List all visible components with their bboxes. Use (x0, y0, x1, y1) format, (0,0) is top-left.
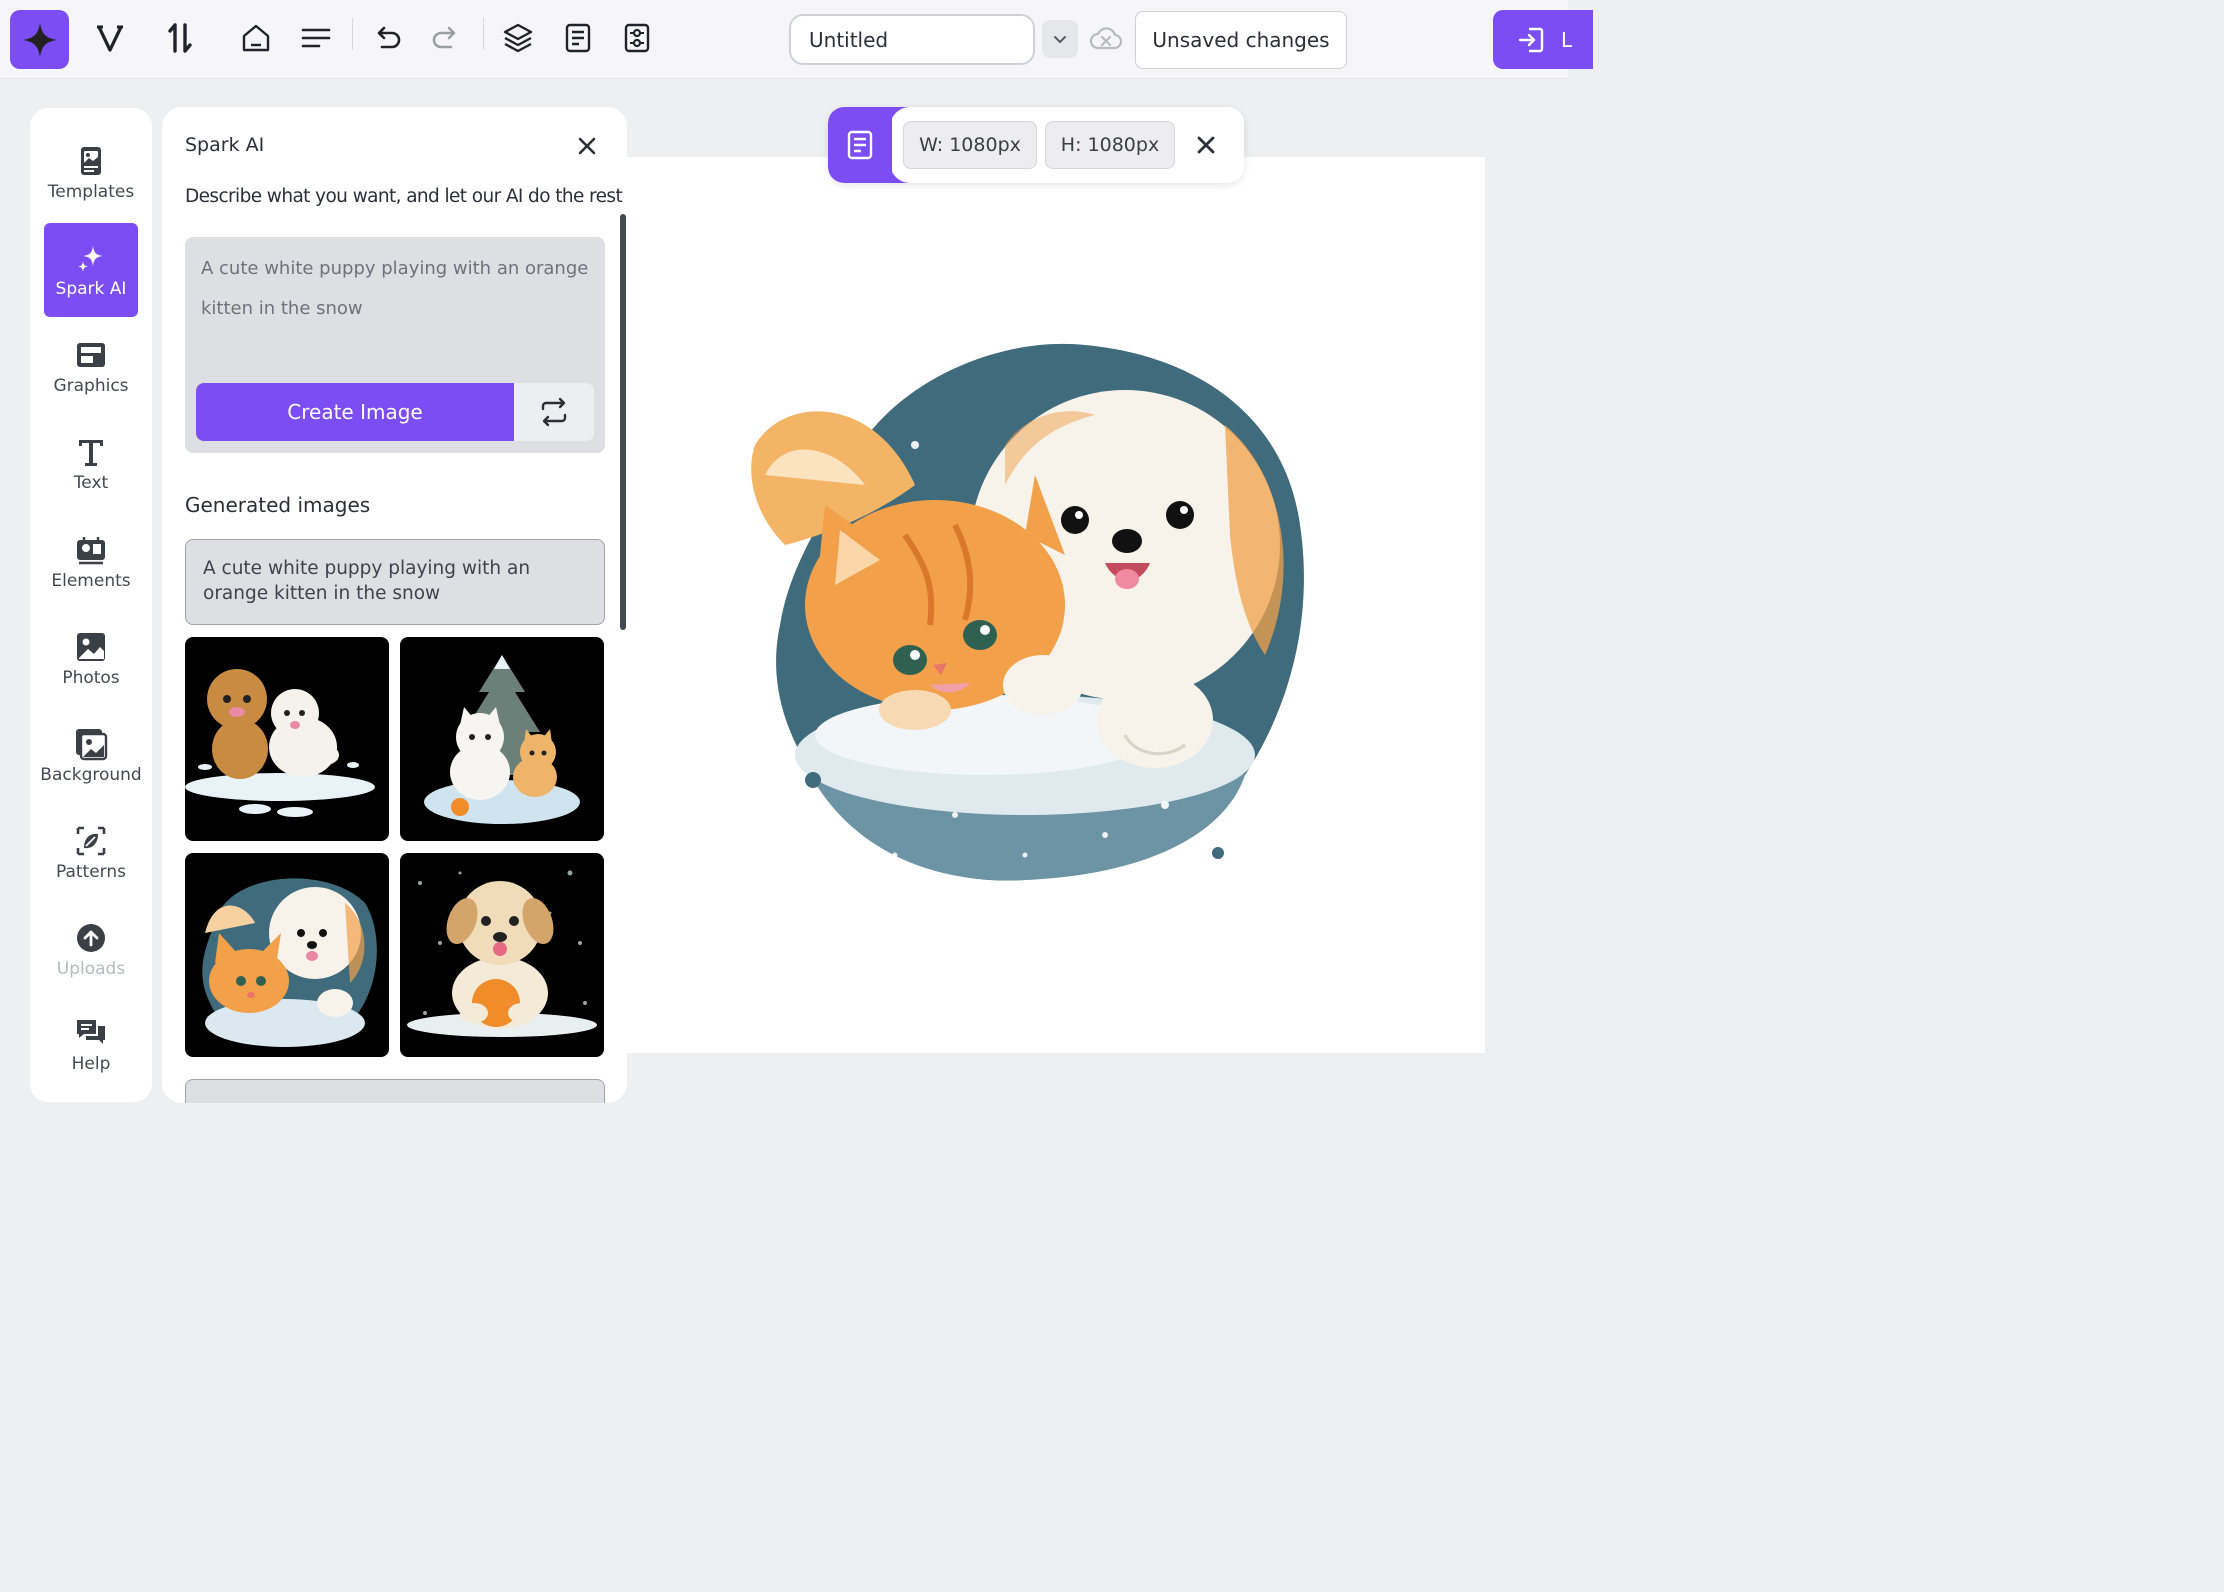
left-nav-rail: Templates Spark AI Graphics Text Element… (30, 108, 152, 1102)
rail-item-templates[interactable]: Templates (44, 126, 138, 220)
sparkle-icon (78, 246, 103, 272)
unsaved-changes-button[interactable]: Unsaved changes (1135, 11, 1347, 69)
undo-icon[interactable] (365, 16, 409, 60)
rail-item-spark-ai[interactable]: Spark AI (44, 223, 138, 317)
sort-icon[interactable] (158, 16, 202, 60)
rail-label: Spark AI (55, 279, 127, 299)
document-title-input[interactable] (789, 14, 1035, 65)
canvas-size-bar: W: 1080px H: 1080px (828, 107, 1244, 183)
rail-item-graphics[interactable]: Graphics (44, 320, 138, 414)
prompt-input[interactable]: A cute white puppy playing with an orang… (201, 249, 591, 349)
rail-item-patterns[interactable]: Patterns (44, 806, 138, 900)
rail-item-help[interactable]: Help (44, 998, 138, 1092)
graphics-icon (77, 343, 105, 367)
upload-icon (77, 924, 105, 952)
login-label: L (1561, 27, 1573, 52)
rail-item-background[interactable]: Background (40, 709, 142, 803)
close-icon[interactable] (1192, 131, 1220, 159)
generated-image-thumbnail[interactable] (400, 853, 604, 1057)
rail-label: Help (71, 1054, 111, 1074)
rail-label: Photos (62, 668, 120, 688)
toolbar-divider (352, 18, 353, 50)
elements-icon (77, 537, 105, 565)
background-icon (76, 729, 108, 761)
rail-item-elements[interactable]: Elements (44, 515, 138, 609)
panel-scrollbar[interactable] (620, 214, 626, 630)
create-image-button[interactable]: Create Image (196, 383, 514, 441)
width-field[interactable]: W: 1080px (903, 121, 1037, 169)
rail-label: Uploads (56, 959, 126, 979)
regenerate-button[interactable] (514, 383, 594, 441)
close-icon[interactable] (574, 133, 600, 159)
login-button[interactable]: L (1493, 10, 1593, 69)
rail-label: Background (40, 765, 142, 785)
top-toolbar: Unsaved changes L (0, 0, 1593, 79)
rail-item-uploads[interactable]: Uploads (44, 903, 138, 997)
panel-title: Spark AI (185, 134, 265, 156)
rail-item-text[interactable]: Text (44, 417, 138, 511)
page-icon[interactable] (828, 107, 892, 183)
spark-logo-icon[interactable] (10, 10, 69, 69)
height-field[interactable]: H: 1080px (1045, 121, 1175, 169)
settings-sheet-icon[interactable] (615, 16, 659, 60)
vectorize-icon[interactable] (88, 16, 132, 60)
rail-label: Graphics (53, 376, 129, 396)
generated-image-thumbnail[interactable] (185, 853, 389, 1057)
home-icon[interactable] (234, 16, 278, 60)
rail-label: Templates (47, 182, 135, 202)
generated-image-thumbnail[interactable] (185, 637, 389, 841)
layers-icon[interactable] (496, 16, 540, 60)
toolbar-divider (483, 18, 484, 50)
generated-images-heading: Generated images (185, 493, 371, 517)
canvas-image-puppy-kitten[interactable] (725, 335, 1345, 915)
help-icon (77, 1020, 105, 1044)
text-icon (79, 440, 103, 466)
panel-description: Describe what you want, and let our AI d… (185, 186, 623, 207)
templates-icon (81, 147, 101, 175)
document-icon[interactable] (556, 16, 600, 60)
patterns-icon (76, 826, 106, 856)
regenerate-icon (541, 397, 567, 427)
generated-prompt-card[interactable] (185, 1079, 605, 1103)
photos-icon (77, 633, 105, 661)
generated-prompt-card[interactable]: A cute white puppy playing with an orang… (185, 539, 605, 625)
login-icon (1518, 27, 1544, 52)
generated-image-thumbnail[interactable] (400, 637, 604, 841)
redo-icon[interactable] (424, 16, 468, 60)
chevron-down-icon[interactable] (1042, 20, 1078, 58)
rail-label: Patterns (55, 862, 127, 882)
cloud-off-icon (1088, 22, 1124, 58)
menu-icon[interactable] (294, 16, 338, 60)
spark-ai-panel: Spark AI Describe what you want, and let… (162, 107, 627, 1103)
rail-item-photos[interactable]: Photos (44, 612, 138, 706)
rail-label: Text (73, 473, 109, 493)
rail-label: Elements (51, 571, 131, 591)
prompt-box: A cute white puppy playing with an orang… (185, 237, 605, 453)
